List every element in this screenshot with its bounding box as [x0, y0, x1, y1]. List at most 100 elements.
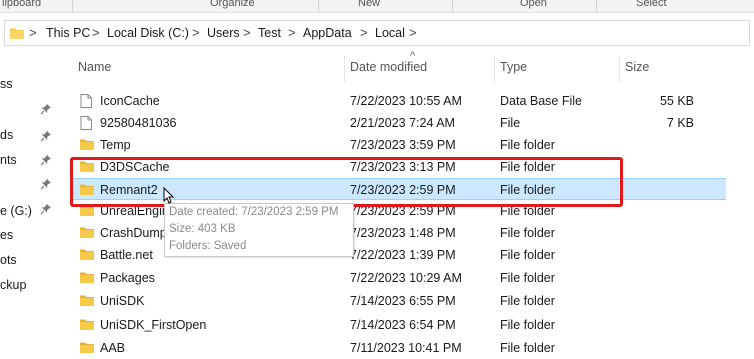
column-divider[interactable]	[494, 56, 495, 82]
file-row[interactable]: UniSDK 7/14/2023 6:55 PM File folder	[72, 290, 726, 312]
file-name: Temp	[100, 138, 131, 152]
file-name: CrashDumps	[100, 226, 173, 240]
file-type: File folder	[500, 248, 555, 262]
column-header-type[interactable]: Type	[500, 60, 527, 74]
file-type: File folder	[500, 160, 555, 174]
chevron-right-icon: >	[192, 25, 200, 40]
breadcrumb-local[interactable]: Local	[375, 26, 405, 40]
chevron-right-icon: >	[409, 25, 417, 40]
file-name: 92580481036	[100, 116, 177, 130]
column-divider[interactable]	[619, 56, 620, 82]
file-row[interactable]: D3DSCache 7/23/2023 3:13 PM File folder	[72, 156, 726, 178]
item-tooltip: Date created: 7/23/2023 2:59 PM Size: 40…	[164, 203, 354, 257]
ribbon-separator	[72, 0, 73, 12]
file-row[interactable]: IconCache 7/22/2023 10:55 AM Data Base F…	[72, 90, 726, 112]
file-date: 7/23/2023 2:59 PM	[350, 183, 456, 197]
folder-icon	[10, 27, 24, 42]
column-header-size[interactable]: Size	[625, 60, 649, 74]
file-row[interactable]: UniSDK_FirstOpen 7/14/2023 6:54 PM File …	[72, 314, 726, 336]
column-divider[interactable]	[344, 56, 345, 82]
nav-item[interactable]: es	[0, 228, 13, 242]
file-type: File	[500, 116, 521, 130]
tooltip-size: Size: 403 KB	[169, 223, 236, 235]
file-row[interactable]: AAB 7/11/2023 10:41 PM File folder	[72, 337, 726, 359]
tooltip-folders: Folders: Saved	[169, 240, 247, 252]
breadcrumb-appdata[interactable]: AppData	[303, 26, 352, 40]
file-date: 7/23/2023 3:13 PM	[350, 160, 456, 174]
folder-icon	[80, 318, 94, 333]
folder-icon	[80, 183, 94, 198]
file-row[interactable]: 92580481036 2/21/2023 7:24 AM File 7 KB	[72, 112, 726, 134]
file-name: UniSDK	[100, 294, 145, 308]
chevron-right-icon: >	[29, 25, 37, 40]
folder-icon	[80, 160, 94, 175]
file-size: 7 KB	[666, 116, 694, 130]
file-date: 7/14/2023 6:55 PM	[350, 294, 456, 308]
folder-icon	[80, 271, 94, 286]
breadcrumb-test[interactable]: Test	[258, 26, 281, 40]
nav-item[interactable]: ckup	[0, 278, 26, 292]
navigation-pane: ss ds nts e (G:) es ots ckup	[0, 50, 58, 345]
file-icon	[80, 116, 92, 133]
file-row[interactable]: Temp 7/23/2023 3:59 PM File folder	[72, 134, 726, 156]
chevron-right-icon: >	[288, 25, 296, 40]
file-name: Battle.net	[100, 248, 153, 262]
file-date: 7/23/2023 2:59 PM	[350, 204, 456, 218]
nav-item[interactable]: e (G:)	[0, 204, 32, 218]
cursor-icon	[163, 186, 175, 207]
folder-icon	[80, 204, 94, 219]
breadcrumb-users[interactable]: Users	[207, 26, 240, 40]
nav-item[interactable]: nts	[0, 153, 17, 167]
file-name: Packages	[100, 271, 155, 285]
folder-icon	[80, 294, 94, 309]
ribbon-separator	[318, 0, 319, 12]
file-name: IconCache	[100, 94, 160, 108]
file-type: File folder	[500, 226, 555, 240]
file-type: File folder	[500, 138, 555, 152]
ribbon-group-open: Open	[520, 0, 547, 9]
nav-item[interactable]: ss	[0, 77, 13, 91]
nav-item[interactable]: ds	[0, 128, 13, 142]
folder-icon	[80, 248, 94, 263]
ribbon-group-labels: lipboard Organize New Open Select	[0, 0, 754, 13]
file-type: File folder	[500, 204, 555, 218]
breadcrumb-this-pc[interactable]: This PC	[46, 26, 90, 40]
file-type: File folder	[500, 183, 555, 197]
file-type: File folder	[500, 318, 555, 332]
file-date: 7/22/2023 1:39 PM	[350, 248, 456, 262]
ribbon-separator	[452, 0, 453, 12]
file-name: D3DSCache	[100, 160, 170, 174]
file-type: File folder	[500, 294, 555, 308]
file-name: UniSDK_FirstOpen	[100, 318, 207, 332]
pin-icon	[40, 154, 52, 166]
pin-icon	[40, 103, 52, 115]
ribbon-group-new: New	[358, 0, 381, 9]
breadcrumb-local-disk[interactable]: Local Disk (C:)	[107, 26, 189, 40]
file-date: 2/21/2023 7:24 AM	[350, 116, 455, 130]
ribbon-group-select: Select	[636, 0, 667, 9]
file-date: 7/23/2023 1:48 PM	[350, 226, 456, 240]
file-type: File folder	[500, 271, 555, 285]
chevron-right-icon: >	[243, 25, 251, 40]
tooltip-date-created: Date created: 7/23/2023 2:59 PM	[169, 206, 339, 218]
column-header-date-modified[interactable]: Date modified	[350, 60, 427, 74]
ribbon-separator	[596, 0, 597, 12]
file-type: Data Base File	[500, 94, 582, 108]
file-date: 7/11/2023 10:41 PM	[350, 341, 462, 355]
chevron-right-icon: >	[360, 25, 368, 40]
file-name: AAB	[100, 341, 126, 355]
folder-icon	[80, 138, 94, 153]
file-date: 7/22/2023 10:29 AM	[350, 271, 462, 285]
file-date: 7/23/2023 3:59 PM	[350, 138, 456, 152]
nav-item[interactable]: ots	[0, 253, 17, 267]
folder-icon	[80, 226, 94, 241]
file-name: Remnant2	[100, 183, 158, 197]
pin-icon	[40, 203, 52, 215]
file-row[interactable]: Packages 7/22/2023 10:29 AM File folder	[72, 267, 726, 289]
column-header-name[interactable]: Name	[78, 60, 111, 74]
address-bar[interactable]: > This PC > Local Disk (C:) > Users > Te…	[4, 20, 750, 46]
ribbon-group-clipboard: lipboard	[2, 0, 42, 9]
chevron-right-icon: >	[92, 25, 100, 40]
file-size: 55 KB	[659, 94, 694, 108]
ribbon-group-organize: Organize	[210, 0, 255, 9]
